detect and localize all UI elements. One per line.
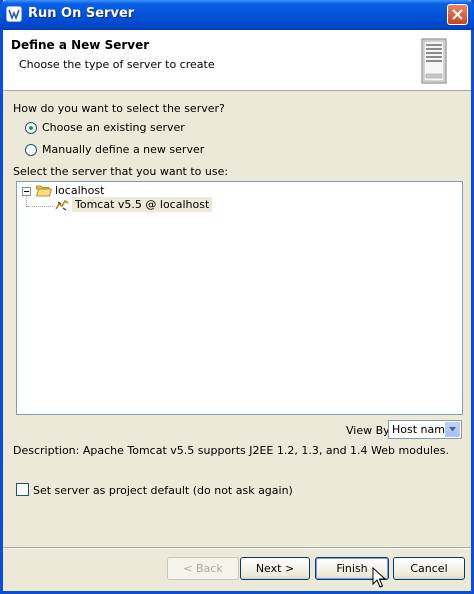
radio-existing-label[interactable]: Choose an existing server bbox=[42, 121, 185, 134]
banner-title: Define a New Server bbox=[11, 38, 150, 52]
selection-question: How do you want to select the server? bbox=[13, 102, 225, 115]
server-tree[interactable]: localhost Tomcat v5.5 @ localhost bbox=[16, 181, 463, 415]
server-tower-icon bbox=[421, 38, 447, 84]
view-by-select[interactable]: Host name bbox=[388, 420, 462, 439]
eclipse-app-icon bbox=[6, 6, 22, 22]
divider bbox=[3, 548, 471, 549]
title-bar[interactable]: Run On Server bbox=[0, 0, 474, 30]
wizard-banner: Define a New Server Choose the type of s… bbox=[3, 30, 471, 91]
view-by-label: View By: bbox=[346, 424, 393, 437]
cancel-button[interactable]: Cancel bbox=[393, 557, 465, 580]
view-by-value: Host name bbox=[392, 423, 452, 436]
project-default-label[interactable]: Set server as project default (do not as… bbox=[33, 484, 293, 497]
tree-connector bbox=[27, 206, 53, 208]
tree-node-localhost[interactable]: localhost bbox=[55, 184, 104, 197]
open-folder-icon bbox=[36, 185, 52, 197]
tomcat-icon bbox=[55, 199, 69, 211]
next-button[interactable]: Next > bbox=[240, 557, 310, 580]
banner-subtitle: Choose the type of server to create bbox=[19, 58, 215, 71]
radio-button-unchecked[interactable] bbox=[25, 144, 37, 156]
mouse-cursor-icon bbox=[372, 567, 386, 588]
close-button[interactable] bbox=[447, 4, 468, 25]
chevron-down-icon bbox=[449, 427, 456, 432]
dropdown-button[interactable] bbox=[445, 422, 460, 437]
close-icon bbox=[452, 9, 463, 20]
run-on-server-dialog: Run On Server Define a New Server Choose… bbox=[0, 0, 474, 594]
radio-manual-label[interactable]: Manually define a new server bbox=[42, 143, 204, 156]
server-description: Description: Apache Tomcat v5.5 supports… bbox=[13, 444, 449, 457]
back-button[interactable]: < Back bbox=[167, 557, 239, 580]
tree-node-tomcat-server[interactable]: Tomcat v5.5 @ localhost bbox=[72, 197, 213, 212]
collapse-toggle-icon[interactable] bbox=[22, 187, 31, 196]
server-list-label: Select the server that you want to use: bbox=[13, 165, 229, 178]
window-title: Run On Server bbox=[28, 6, 135, 21]
project-default-checkbox[interactable] bbox=[16, 483, 29, 496]
radio-button-checked[interactable] bbox=[25, 122, 37, 134]
